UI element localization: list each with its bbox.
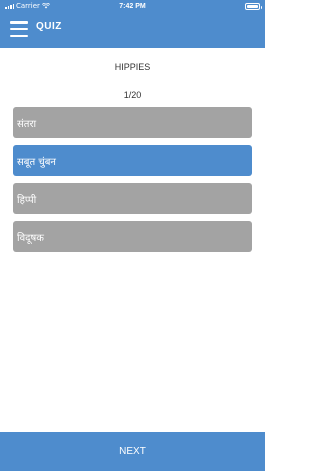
status-bar: Carrier 7:42 PM <box>0 0 265 12</box>
signal-icon <box>5 3 14 9</box>
question-progress: 1/20 <box>123 90 142 100</box>
wifi-icon <box>41 3 50 9</box>
battery-level <box>247 4 258 8</box>
answer-option-3[interactable]: हिप्पी <box>13 183 252 214</box>
answer-option-1[interactable]: संतरा <box>13 107 252 138</box>
quiz-screen: Carrier 7:42 PM QUIZ HIPPIES 1/20 संतरा … <box>0 0 265 471</box>
status-time: 7:42 PM <box>119 2 146 10</box>
status-left: Carrier <box>5 2 50 10</box>
answer-option-2[interactable]: सबूत चुंबन <box>13 145 252 176</box>
page-title: QUIZ <box>36 21 62 32</box>
next-button[interactable]: NEXT <box>0 432 265 471</box>
question-text: HIPPIES <box>114 62 151 72</box>
carrier-label: Carrier <box>16 2 40 10</box>
battery-icon <box>245 2 262 10</box>
hamburger-icon[interactable] <box>10 21 28 37</box>
app-header: QUIZ <box>0 12 265 48</box>
answer-option-4[interactable]: विदूषक <box>13 221 252 252</box>
